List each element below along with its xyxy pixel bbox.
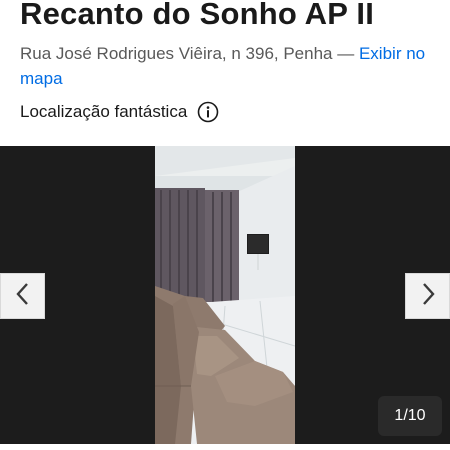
next-photo-button[interactable] xyxy=(405,273,450,319)
chevron-left-icon xyxy=(15,282,31,311)
address-text: Rua José Rodrigues Viêira, n 396, Penha … xyxy=(20,44,355,63)
property-address: Rua José Rodrigues Viêira, n 396, Penha … xyxy=(20,41,440,91)
previous-photo-button[interactable] xyxy=(0,273,45,319)
info-icon[interactable] xyxy=(197,101,219,123)
photo-counter: 1/10 xyxy=(378,396,442,436)
location-rating-row: Localização fantástica xyxy=(20,101,219,123)
location-label: Localização fantástica xyxy=(20,102,188,121)
gallery-photo[interactable] xyxy=(155,146,295,444)
photo-gallery[interactable]: 1/10 xyxy=(0,146,450,444)
chevron-right-icon xyxy=(420,282,436,311)
bottom-strip xyxy=(0,444,450,450)
property-title: Recanto do Sonho AP II xyxy=(20,0,375,31)
